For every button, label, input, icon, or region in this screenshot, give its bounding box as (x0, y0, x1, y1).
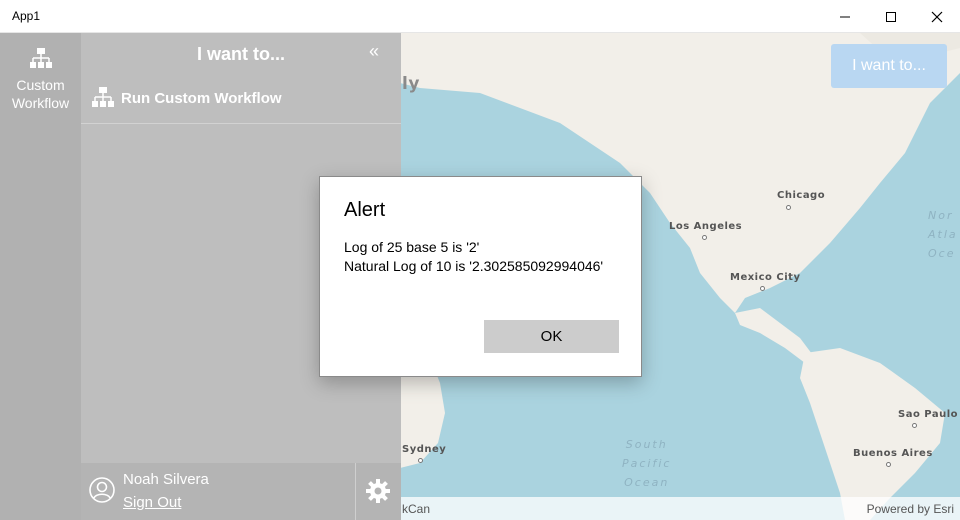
gear-icon[interactable] (365, 478, 391, 504)
city-dot-sydney (418, 458, 423, 463)
city-dot-buenos-aires (886, 462, 891, 467)
map-label-sao-paulo: Sao Paulo (898, 409, 959, 420)
map-attribution-text: kCan (402, 502, 431, 516)
left-rail: Custom Workflow (0, 33, 81, 520)
i-want-to-button[interactable]: I want to... (831, 44, 947, 88)
map-label-fragment: ly (402, 74, 420, 94)
user-name: Noah Silvera (123, 471, 209, 488)
city-dot-chicago (786, 205, 791, 210)
ocean-label-north-atlantic: Nor Atla Oce (928, 209, 958, 260)
title-bar: App1 (0, 0, 960, 33)
rail-item-label: Custom Workflow (11, 77, 70, 111)
esri-credit[interactable]: Powered by Esri (867, 502, 954, 516)
close-button[interactable] (914, 0, 960, 33)
rail-item-custom-workflow[interactable]: Custom Workflow (0, 33, 81, 115)
footer-divider (355, 463, 356, 520)
workflow-list-item[interactable]: Run Custom Workflow (81, 80, 401, 124)
city-dot-sao-paulo (912, 423, 917, 428)
map-label-mexico-city: Mexico City (730, 272, 801, 283)
maximize-icon (886, 11, 896, 22)
dialog-message-line: Natural Log of 10 is '2.302585092994046' (344, 258, 604, 274)
map-label-sydney: Sydney (402, 444, 447, 455)
map-label-chicago: Chicago (777, 190, 826, 201)
dialog-message: Log of 25 base 5 is '2' Natural Log of 1… (344, 238, 603, 276)
workflow-label: Run Custom Workflow (121, 90, 282, 107)
double-chevron-left-icon: « (369, 41, 380, 61)
workflow-icon (30, 48, 52, 68)
city-dot-los-angeles (702, 235, 707, 240)
map-label-los-angeles: Los Angeles (669, 221, 743, 232)
panel-title: I want to... (197, 44, 285, 64)
minimize-icon (840, 16, 850, 17)
window-title: App1 (12, 9, 41, 23)
dialog-title: Alert (344, 199, 386, 221)
alert-dialog: Alert Log of 25 base 5 is '2' Natural Lo… (319, 176, 642, 377)
workflow-icon (92, 87, 114, 107)
close-icon (931, 11, 943, 22)
user-footer: Noah Silvera Sign Out (81, 463, 401, 520)
sign-out-link[interactable]: Sign Out (123, 494, 181, 511)
maximize-button[interactable] (868, 0, 914, 33)
city-dot-mexico-city (760, 286, 765, 291)
ok-button[interactable]: OK (484, 320, 619, 353)
minimize-button[interactable] (822, 0, 868, 33)
collapse-panel-button[interactable]: « (369, 41, 379, 62)
dialog-message-line: Log of 25 base 5 is '2' (344, 239, 480, 255)
map-label-buenos-aires: Buenos Aires (853, 448, 933, 459)
ocean-label-south-pacific: South Pacific Ocean (622, 438, 672, 489)
user-avatar-icon (89, 477, 115, 503)
